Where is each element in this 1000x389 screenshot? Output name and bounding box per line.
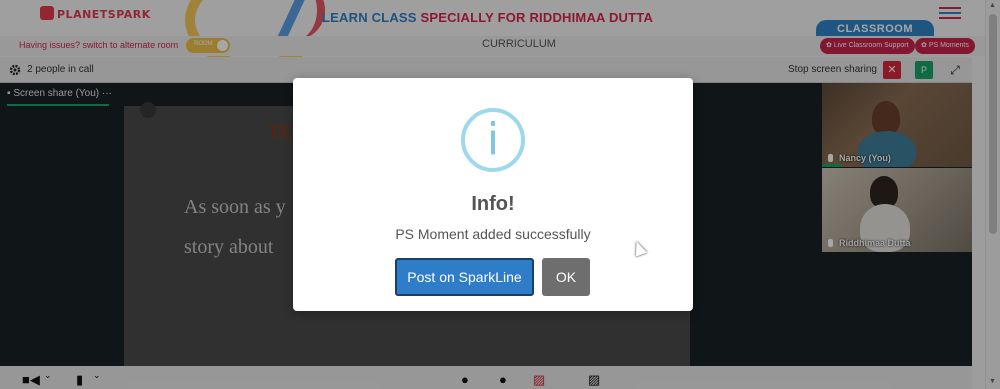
post-on-sparkline-button[interactable]: Post on SparkLine	[395, 258, 534, 296]
dialog-message: PS Moment added successfully	[395, 226, 591, 242]
info-dialog: i Info! PS Moment added successfully Pos…	[293, 78, 693, 311]
dialog-title: Info!	[471, 193, 515, 215]
ok-button[interactable]: OK	[542, 258, 590, 296]
info-icon: i	[461, 108, 525, 172]
